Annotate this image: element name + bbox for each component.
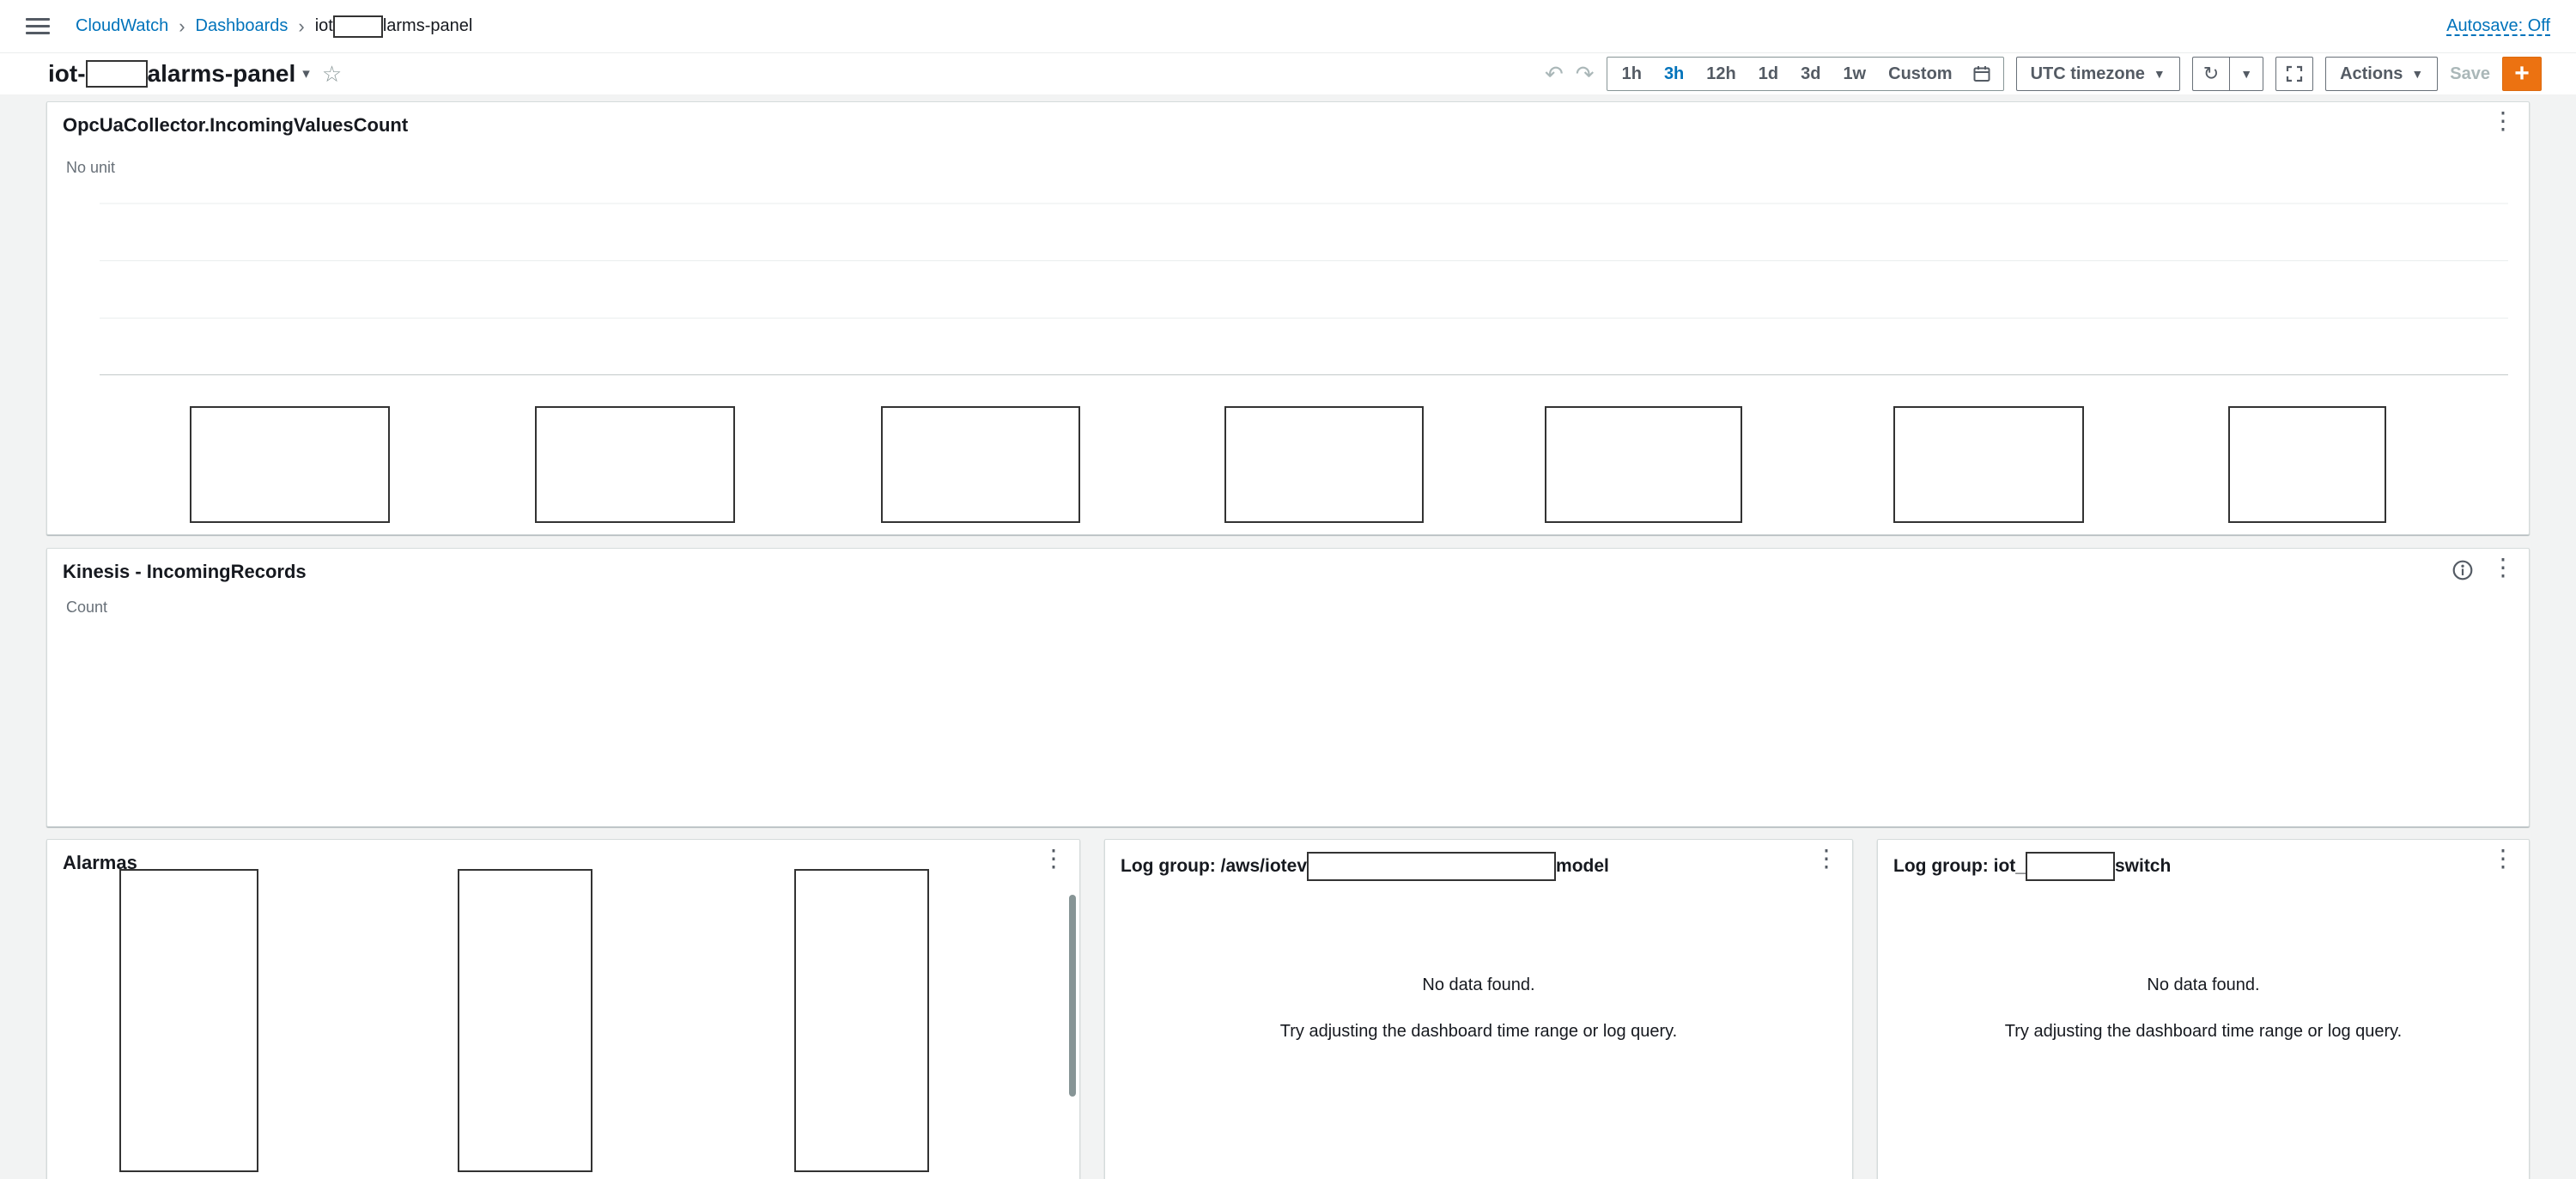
- log-title-prefix: Log group: iot_: [1893, 856, 2026, 877]
- scrollbar[interactable]: [1069, 895, 1076, 1097]
- widget-opcua-incoming-values: OpcUaCollector.IncomingValuesCount ⋮ No …: [46, 101, 2530, 535]
- widget-menu-kebab-icon[interactable]: ⋮: [2491, 847, 2515, 871]
- widget-title: OpcUaCollector.IncomingValuesCount: [63, 114, 408, 137]
- timezone-label: UTC timezone: [2031, 64, 2145, 84]
- widget-title: Log group: /aws/iotev model: [1121, 852, 1609, 881]
- redaction-box: [2228, 406, 2386, 523]
- redaction-box: [2026, 852, 2115, 881]
- log-title-suffix: model: [1556, 856, 1609, 877]
- time-range-custom[interactable]: Custom: [1877, 64, 1963, 84]
- chevron-down-icon: ▼: [2154, 67, 2166, 81]
- redo-button[interactable]: ↷: [1576, 63, 1595, 85]
- fullscreen-icon: [2285, 64, 2304, 83]
- redaction-box: [190, 406, 390, 523]
- widget-alarms: Alarmas ⋮: [46, 839, 1080, 1179]
- timezone-dropdown[interactable]: UTC timezone ▼: [2016, 57, 2180, 91]
- breadcrumb-current-suffix: larms-panel: [383, 16, 472, 36]
- bottom-widgets-row: Alarmas ⋮ Log group: /aws/iotev model ⋮ …: [46, 839, 2530, 1179]
- refresh-options-dropdown[interactable]: ▼: [2229, 58, 2263, 90]
- time-range-1h[interactable]: 1h: [1611, 64, 1653, 84]
- actions-label: Actions: [2340, 64, 2403, 84]
- widget-title: Log group: iot_ switch: [1893, 852, 2171, 881]
- widget-kinesis-incoming-records: Kinesis - IncomingRecords ⋮ Count: [46, 548, 2530, 827]
- widgets-area: OpcUaCollector.IncomingValuesCount ⋮ No …: [0, 94, 2576, 1179]
- time-range-3h[interactable]: 3h: [1653, 64, 1695, 84]
- dashboard-header: iot- alarms-panel ▾ ☆ ↶ ↷ 1h 3h 12h 1d 3…: [0, 53, 2576, 94]
- kinesis-line-chart[interactable]: [100, 622, 2508, 763]
- add-widget-button[interactable]: +: [2502, 57, 2542, 91]
- redaction-box: [881, 406, 1080, 523]
- redaction-box: [1545, 406, 1742, 523]
- info-icon[interactable]: [2451, 559, 2474, 586]
- menu-icon[interactable]: [26, 18, 50, 34]
- dashboard-title-suffix: alarms-panel: [148, 60, 296, 88]
- chevron-right-icon: ›: [179, 15, 185, 38]
- log-title-prefix: Log group: /aws/iotev: [1121, 856, 1307, 877]
- time-range-selector: 1h 3h 12h 1d 3d 1w Custom: [1607, 57, 2004, 91]
- no-data-title: No data found.: [1105, 975, 1852, 995]
- x-axis-labels: [100, 772, 2508, 793]
- cloudwatch-dashboard-page: CloudWatch › Dashboards › iot larms-pane…: [0, 0, 2576, 1179]
- no-data-message: No data found. Try adjusting the dashboa…: [1105, 975, 1852, 1045]
- redaction-box: [333, 15, 383, 38]
- redaction-box: [794, 869, 929, 1172]
- breadcrumb-dashboards[interactable]: Dashboards: [196, 16, 289, 36]
- calendar-icon[interactable]: [1964, 64, 2000, 83]
- breadcrumb-current-prefix: iot: [315, 16, 333, 36]
- widget-menu-kebab-icon[interactable]: ⋮: [1814, 847, 1838, 871]
- log-title-suffix: switch: [2115, 856, 2171, 877]
- y-axis-labels: [47, 549, 95, 826]
- top-navigation-bar: CloudWatch › Dashboards › iot larms-pane…: [0, 0, 2576, 53]
- time-range-12h[interactable]: 12h: [1695, 64, 1747, 84]
- no-data-hint: Try adjusting the dashboard time range o…: [1238, 1018, 1719, 1045]
- dashboard-toolbar: ↶ ↷ 1h 3h 12h 1d 3d 1w Custom UTC timezo…: [1545, 57, 2542, 91]
- actions-dropdown[interactable]: Actions ▼: [2325, 57, 2438, 91]
- chevron-down-icon[interactable]: ▾: [302, 65, 310, 82]
- redaction-box: [458, 869, 592, 1172]
- redaction-box: [86, 60, 148, 88]
- time-range-1w[interactable]: 1w: [1832, 64, 1877, 84]
- redaction-box: [1893, 406, 2084, 523]
- breadcrumb-cloudwatch[interactable]: CloudWatch: [76, 16, 168, 36]
- undo-button[interactable]: ↶: [1545, 63, 1564, 85]
- time-range-3d[interactable]: 3d: [1789, 64, 1832, 84]
- widget-menu-kebab-icon[interactable]: ⋮: [2491, 556, 2515, 580]
- widget-title: Kinesis - IncomingRecords: [63, 561, 307, 583]
- refresh-split-button: ↻ ▼: [2192, 57, 2263, 91]
- time-range-1d[interactable]: 1d: [1747, 64, 1789, 84]
- chevron-right-icon: ›: [298, 15, 304, 38]
- dashboard-title-prefix: iot-: [48, 60, 86, 88]
- breadcrumb-current: iot larms-panel: [315, 15, 473, 38]
- widget-menu-kebab-icon[interactable]: ⋮: [1042, 847, 1066, 871]
- fullscreen-button[interactable]: [2275, 57, 2313, 91]
- opcua-line-chart[interactable]: [100, 186, 2508, 375]
- breadcrumb: CloudWatch › Dashboards › iot larms-pane…: [76, 15, 472, 38]
- redaction-box: [535, 406, 735, 523]
- redaction-box: [1307, 852, 1556, 881]
- no-data-title: No data found.: [1878, 975, 2529, 995]
- widget-menu-kebab-icon[interactable]: ⋮: [2491, 109, 2515, 133]
- favorite-star-icon[interactable]: ☆: [322, 61, 342, 88]
- save-button[interactable]: Save: [2450, 64, 2490, 84]
- widget-log-group-iotevents: Log group: /aws/iotev model ⋮ No data fo…: [1104, 839, 1853, 1179]
- redaction-box: [119, 869, 258, 1172]
- no-data-message: No data found. Try adjusting the dashboa…: [1878, 975, 2529, 1045]
- dashboard-title: iot- alarms-panel ▾ ☆: [48, 60, 342, 88]
- chevron-down-icon: ▼: [2411, 67, 2423, 81]
- widget-log-group-switch: Log group: iot_ switch ⋮ No data found. …: [1877, 839, 2530, 1179]
- redaction-box: [1224, 406, 1424, 523]
- refresh-button[interactable]: ↻: [2193, 58, 2229, 90]
- no-data-hint: Try adjusting the dashboard time range o…: [1963, 1018, 2444, 1045]
- autosave-toggle[interactable]: Autosave: Off: [2446, 16, 2550, 36]
